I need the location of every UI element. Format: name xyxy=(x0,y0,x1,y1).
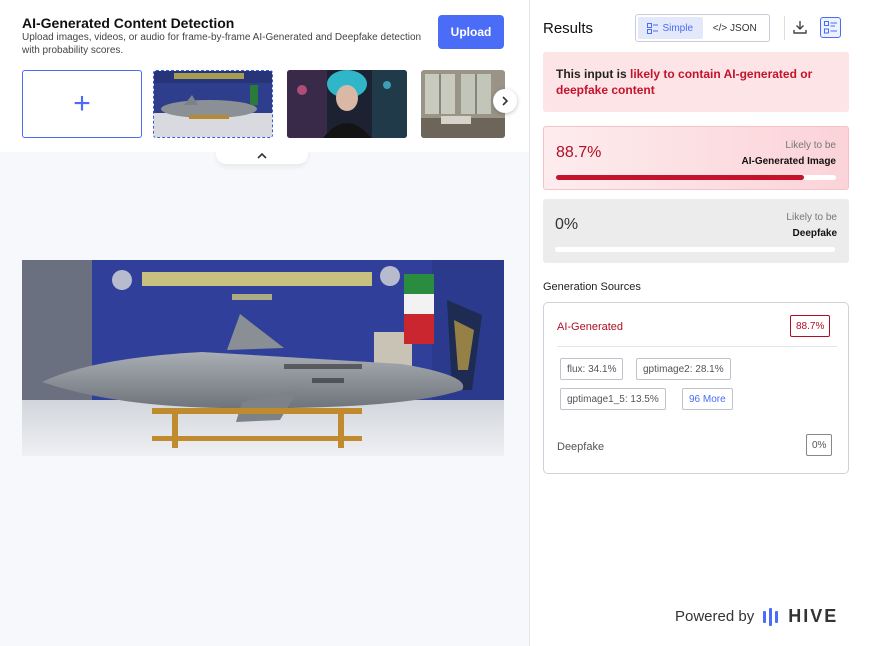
panel-divider xyxy=(529,0,530,646)
page-subtitle: Upload images, videos, or audio for fram… xyxy=(22,32,422,56)
ai-score-label: AI-Generated Image xyxy=(741,156,836,167)
source-tag: gptimage2: 28.1% xyxy=(636,358,731,380)
deepfake-score-label: Deepfake xyxy=(792,228,837,239)
source-tag: flux: 34.1% xyxy=(560,358,624,380)
deepfake-score-caption: Likely to be xyxy=(786,212,837,223)
details-list-icon xyxy=(824,21,837,34)
download-button[interactable] xyxy=(792,19,808,35)
generation-sources-title: Generation Sources xyxy=(543,281,641,293)
toolbar-divider xyxy=(784,16,785,40)
more-sources-button[interactable]: 96 More xyxy=(682,388,733,410)
alert-prefix: This input is xyxy=(556,67,630,81)
list-view-icon xyxy=(647,22,659,34)
download-icon xyxy=(793,21,807,34)
upload-header-area: AI-Generated Content Detection Upload im… xyxy=(0,0,530,152)
powered-by-text: Powered by xyxy=(675,608,755,625)
deepfake-score-label-group: Likely to be Deepfake xyxy=(786,210,837,242)
main-preview-image xyxy=(22,260,504,456)
ai-score-label-group: Likely to be AI-Generated Image xyxy=(742,138,836,170)
portrait-thumbnail-image xyxy=(287,70,407,138)
gen-divider xyxy=(557,346,837,347)
plus-icon: + xyxy=(73,87,91,120)
ai-score-bar-track xyxy=(556,175,836,180)
ai-score-bar-fill xyxy=(556,175,805,180)
ai-score-value: 88.7% xyxy=(556,144,602,161)
results-title: Results xyxy=(543,20,594,37)
page-title: AI-Generated Content Detection xyxy=(22,15,235,31)
source-tag: gptimage1_5: 13.5% xyxy=(560,388,666,410)
chevron-up-icon xyxy=(257,152,267,159)
powered-by-footer: Powered by HIVE xyxy=(675,606,838,627)
gen-deepfake-value-badge: 0% xyxy=(806,434,833,456)
gallery-next-button[interactable] xyxy=(493,89,517,113)
deepfake-score-value: 0% xyxy=(555,216,579,233)
detection-alert: This input is likely to contain AI-gener… xyxy=(543,52,849,112)
hive-brand-text: HIVE xyxy=(788,606,839,626)
generation-sources-box: AI-Generated 88.7% flux: 34.1% gptimage2… xyxy=(543,302,849,474)
thumbnail-portrait[interactable] xyxy=(287,70,407,138)
view-toggle: Simple </> JSON xyxy=(635,14,770,42)
drone-preview-image xyxy=(22,260,504,456)
upload-panel: AI-Generated Content Detection Upload im… xyxy=(0,0,530,646)
view-json-label: </> JSON xyxy=(712,22,757,34)
view-simple-tab[interactable]: Simple xyxy=(638,17,703,39)
add-media-button[interactable]: + xyxy=(22,70,142,138)
upload-button[interactable]: Upload xyxy=(438,15,504,49)
deepfake-score-bar-track xyxy=(555,247,835,252)
drone-thumbnail-image xyxy=(154,71,272,137)
thumbnail-drone[interactable] xyxy=(153,70,273,138)
gen-ai-label: AI-Generated xyxy=(557,321,624,333)
gen-deepfake-label: Deepfake xyxy=(557,441,605,453)
gen-ai-value-badge: 88.7% xyxy=(790,315,831,337)
deepfake-score-card: 0% Likely to be Deepfake xyxy=(543,199,849,263)
view-json-tab[interactable]: </> JSON xyxy=(703,17,768,39)
view-simple-label: Simple xyxy=(662,22,694,34)
details-view-button[interactable] xyxy=(820,17,841,38)
collapse-gallery-button[interactable] xyxy=(216,148,308,164)
ai-generated-score-card: 88.7% Likely to be AI-Generated Image xyxy=(543,126,849,190)
chevron-right-icon xyxy=(502,96,509,106)
ai-score-caption: Likely to be xyxy=(785,140,836,151)
hive-logo-icon xyxy=(763,607,779,626)
